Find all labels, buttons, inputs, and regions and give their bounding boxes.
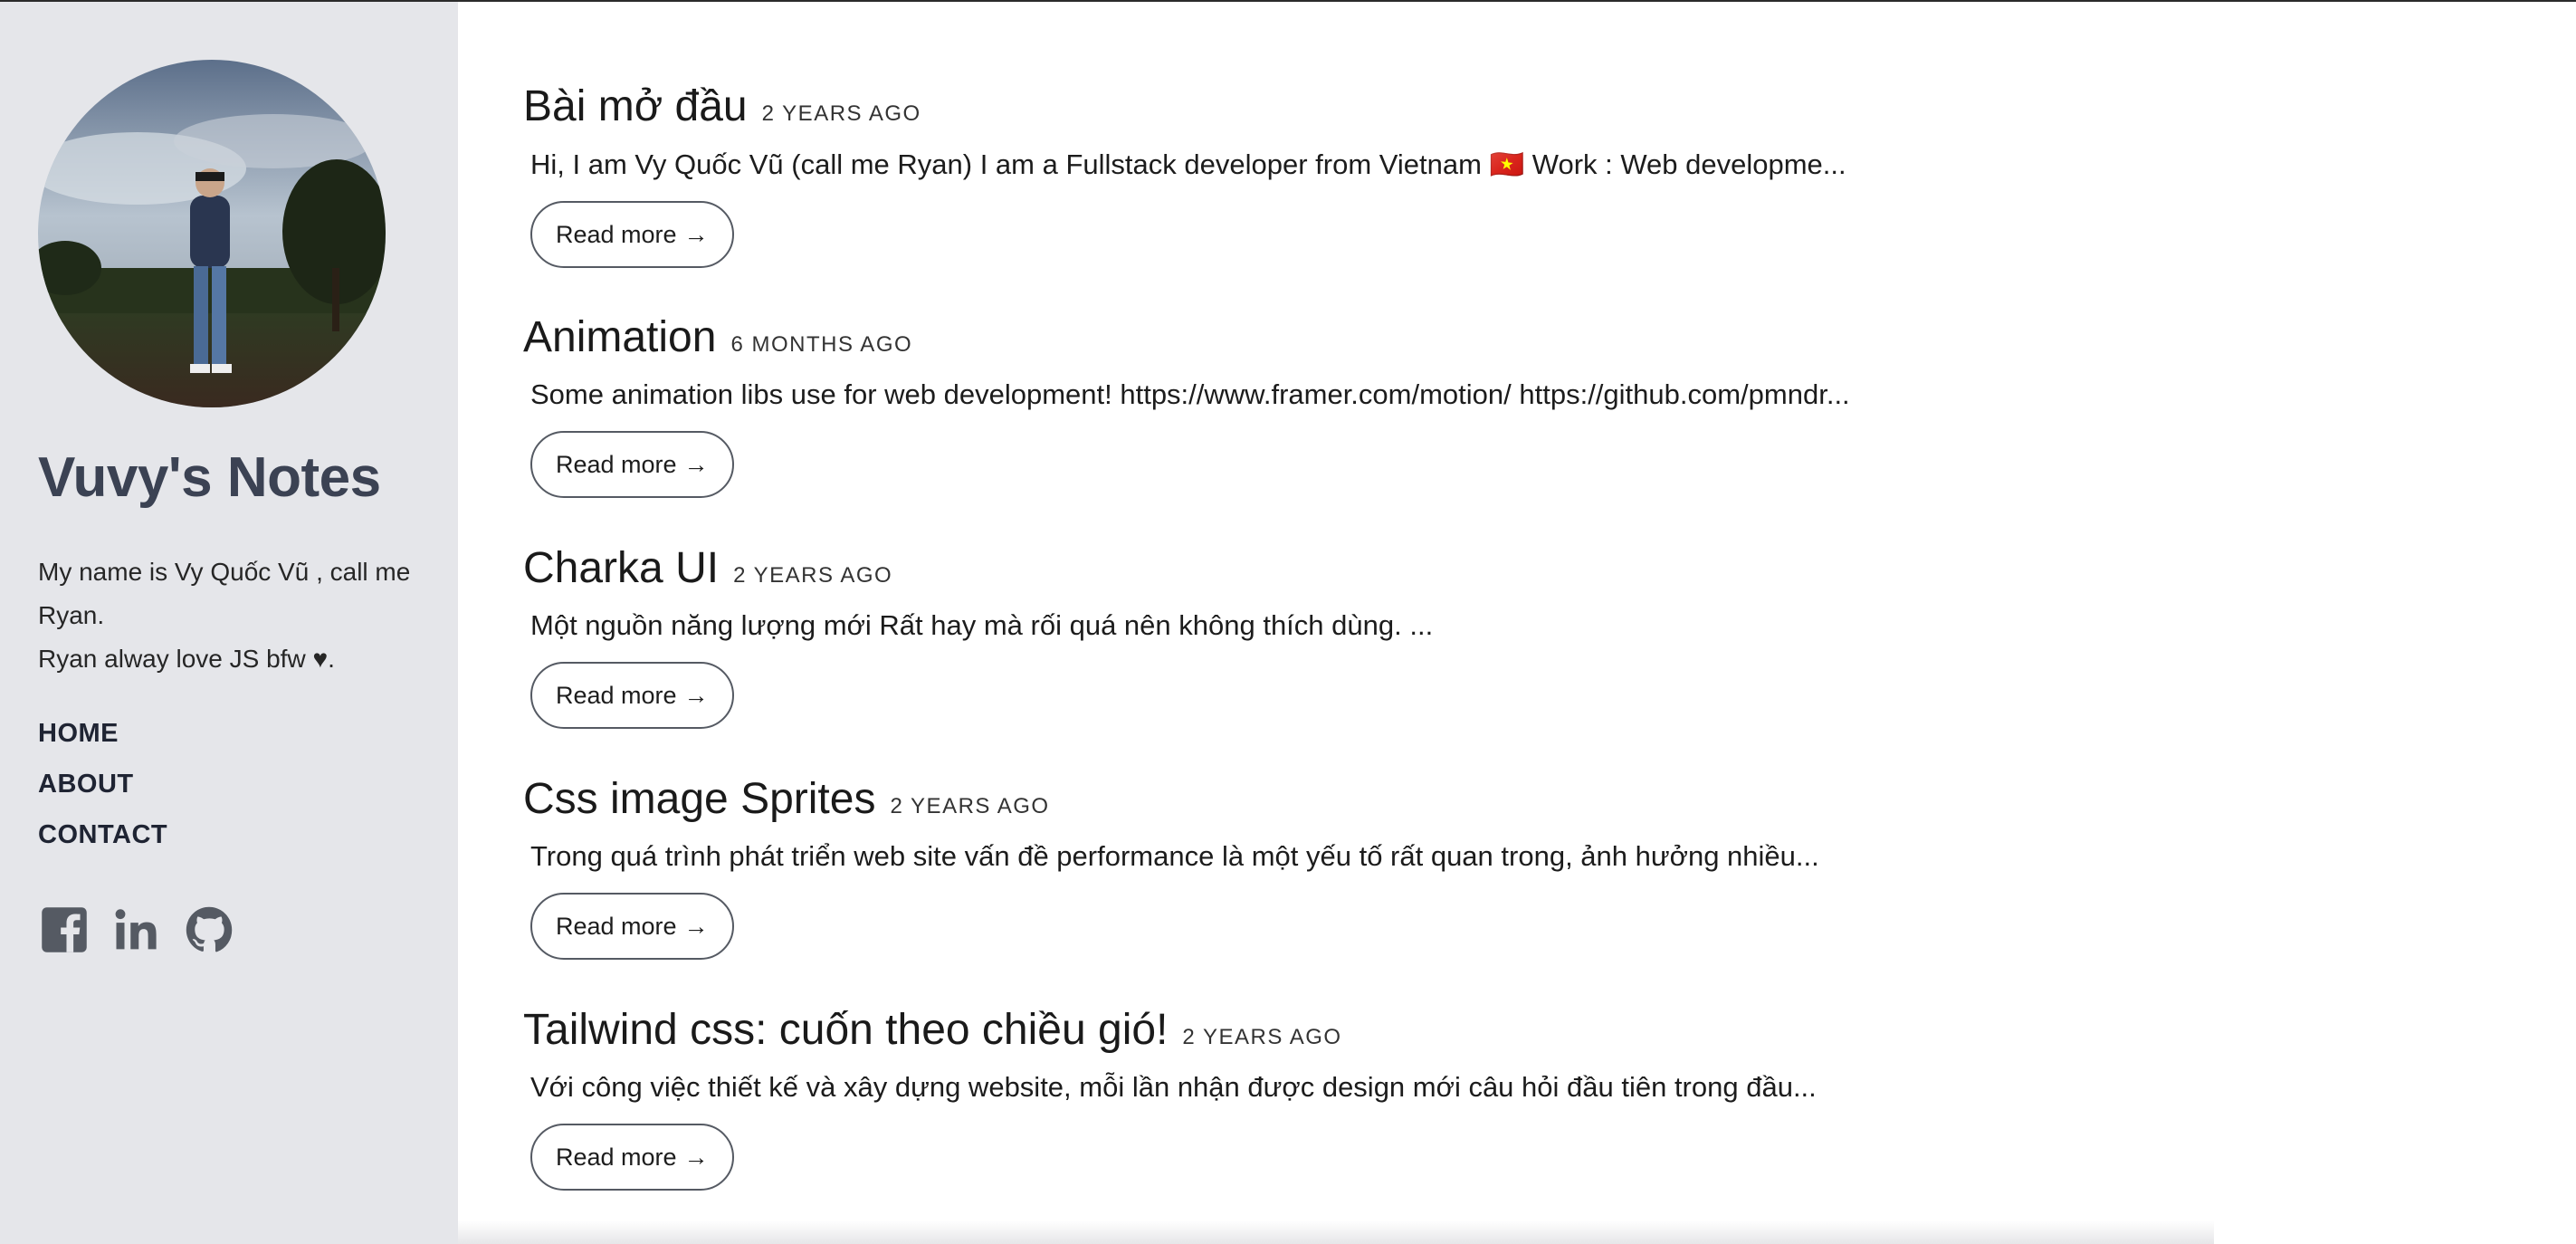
page: Vuvy's Notes My name is Vy Quốc Vũ , cal… — [0, 0, 2576, 1244]
read-more-label: Read more — [556, 681, 677, 709]
post-header: Css image Sprites 2 YEARS AGO — [523, 774, 2514, 824]
social-links — [40, 905, 234, 954]
post-header: Animation 6 MONTHS AGO — [523, 312, 2514, 362]
post-date: 2 YEARS AGO — [890, 794, 1050, 818]
nav-item-home[interactable]: HOME — [38, 719, 167, 770]
nav-item-about[interactable]: ABOUT — [38, 770, 167, 820]
post-item: Css image Sprites 2 YEARS AGO Trong quá … — [523, 774, 2514, 960]
avatar-photo — [38, 60, 386, 407]
read-more-button[interactable]: Read more → — [530, 662, 734, 729]
post-title[interactable]: Css image Sprites — [523, 774, 875, 824]
bio-line: Ryan alway love JS bfw ♥. — [38, 645, 335, 673]
site-title[interactable]: Vuvy's Notes — [38, 445, 381, 510]
nav-item-contact[interactable]: CONTACT — [38, 820, 167, 871]
github-icon[interactable] — [185, 905, 234, 954]
arrow-right-icon: → — [683, 681, 709, 709]
post-title[interactable]: Tailwind css: cuốn theo chiều gió! — [523, 1005, 1168, 1055]
read-more-label: Read more — [556, 1143, 677, 1171]
linkedin-icon[interactable] — [112, 905, 161, 954]
post-excerpt: Một nguồn năng lượng mới Rất hay mà rối … — [530, 609, 1434, 641]
nav-menu: HOME ABOUT CONTACT — [38, 719, 167, 871]
bio-line: My name is Vy Quốc Vũ , call me Ryan. — [38, 558, 411, 629]
sidebar: Vuvy's Notes My name is Vy Quốc Vũ , cal… — [0, 2, 458, 1244]
post-excerpt: Với công việc thiết kế và xây dựng websi… — [530, 1071, 1817, 1103]
post-excerpt: Some animation libs use for web developm… — [530, 378, 1850, 410]
post-title[interactable]: Bài mở đầu — [523, 81, 748, 131]
post-item: Animation 6 MONTHS AGO Some animation li… — [523, 312, 2514, 498]
arrow-right-icon: → — [683, 220, 709, 248]
post-title[interactable]: Animation — [523, 312, 716, 362]
post-title[interactable]: Charka UI — [523, 543, 719, 593]
read-more-button[interactable]: Read more → — [530, 431, 734, 498]
read-more-button[interactable]: Read more → — [530, 1124, 734, 1191]
read-more-label: Read more — [556, 220, 677, 248]
bio: My name is Vy Quốc Vũ , call me Ryan. Ry… — [38, 550, 418, 681]
read-more-button[interactable]: Read more → — [530, 201, 734, 268]
post-date: 6 MONTHS AGO — [730, 332, 913, 357]
arrow-right-icon: → — [683, 1143, 709, 1171]
read-more-label: Read more — [556, 912, 677, 940]
post-date: 2 YEARS AGO — [761, 101, 921, 126]
facebook-icon[interactable] — [40, 905, 89, 954]
post-header: Tailwind css: cuốn theo chiều gió! 2 YEA… — [523, 1005, 2514, 1055]
post-header: Bài mở đầu 2 YEARS AGO — [523, 81, 2514, 131]
arrow-right-icon: → — [683, 450, 709, 478]
post-item: Bài mở đầu 2 YEARS AGO Hi, I am Vy Quốc … — [523, 81, 2514, 268]
post-date: 2 YEARS AGO — [1182, 1025, 1342, 1049]
post-header: Charka UI 2 YEARS AGO — [523, 543, 2514, 593]
arrow-right-icon: → — [683, 912, 709, 940]
post-excerpt: Trong quá trình phát triển web site vấn … — [530, 840, 1819, 872]
post-item: Charka UI 2 YEARS AGO Một nguồn năng lượ… — [523, 543, 2514, 729]
post-excerpt: Hi, I am Vy Quốc Vũ (call me Ryan) I am … — [530, 148, 1846, 180]
read-more-label: Read more — [556, 450, 677, 478]
read-more-button[interactable]: Read more → — [530, 893, 734, 960]
post-list: Bài mở đầu 2 YEARS AGO Hi, I am Vy Quốc … — [523, 2, 2514, 1244]
post-date: 2 YEARS AGO — [733, 563, 893, 588]
avatar[interactable] — [38, 60, 386, 407]
post-item: Tailwind css: cuốn theo chiều gió! 2 YEA… — [523, 1005, 2514, 1191]
